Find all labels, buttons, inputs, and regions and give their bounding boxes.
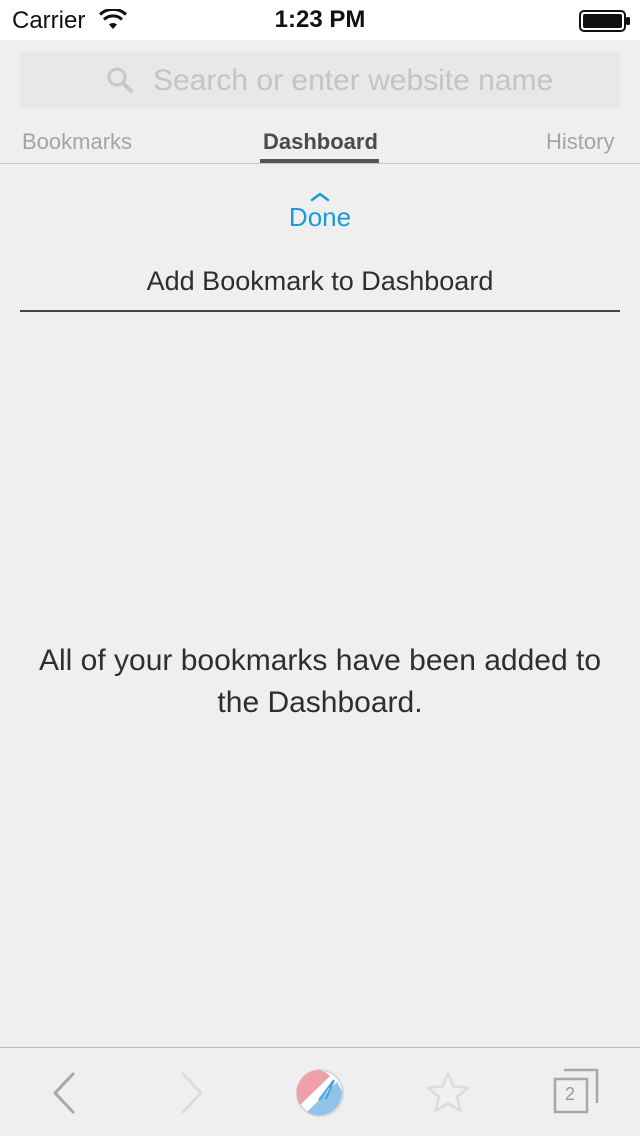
panel-tabs: Bookmarks Dashboard History (0, 124, 640, 164)
bookmark-star-button[interactable] (418, 1048, 478, 1136)
status-time: 1:23 PM (274, 6, 366, 33)
tabs-button[interactable]: 2 (544, 1048, 608, 1136)
tab-history[interactable]: History (546, 129, 614, 163)
tab-count: 2 (564, 1084, 575, 1104)
forward-icon (181, 1072, 203, 1114)
status-bar: Carrier 1:23 PM (0, 0, 640, 40)
section-divider (20, 310, 620, 312)
home-button[interactable] (290, 1048, 350, 1136)
selected-tab-indicator (260, 159, 379, 163)
search-input[interactable]: Search or enter website name (20, 52, 620, 108)
done-button[interactable]: Done (0, 202, 640, 233)
star-icon (426, 1071, 470, 1113)
home-icon (296, 1069, 344, 1117)
tab-bookmarks[interactable]: Bookmarks (22, 129, 132, 163)
chevron-up-icon (310, 192, 330, 202)
tab-dashboard[interactable]: Dashboard (263, 129, 378, 163)
back-button[interactable] (40, 1048, 90, 1136)
battery-icon (579, 10, 630, 32)
empty-state-message: All of your bookmarks have been added to… (38, 644, 602, 719)
search-icon (107, 67, 133, 93)
bottom-toolbar: 2 (0, 1047, 640, 1136)
back-icon (53, 1072, 75, 1114)
forward-button[interactable] (166, 1048, 216, 1136)
search-placeholder: Search or enter website name (153, 64, 554, 97)
section-title: Add Bookmark to Dashboard (146, 266, 494, 296)
